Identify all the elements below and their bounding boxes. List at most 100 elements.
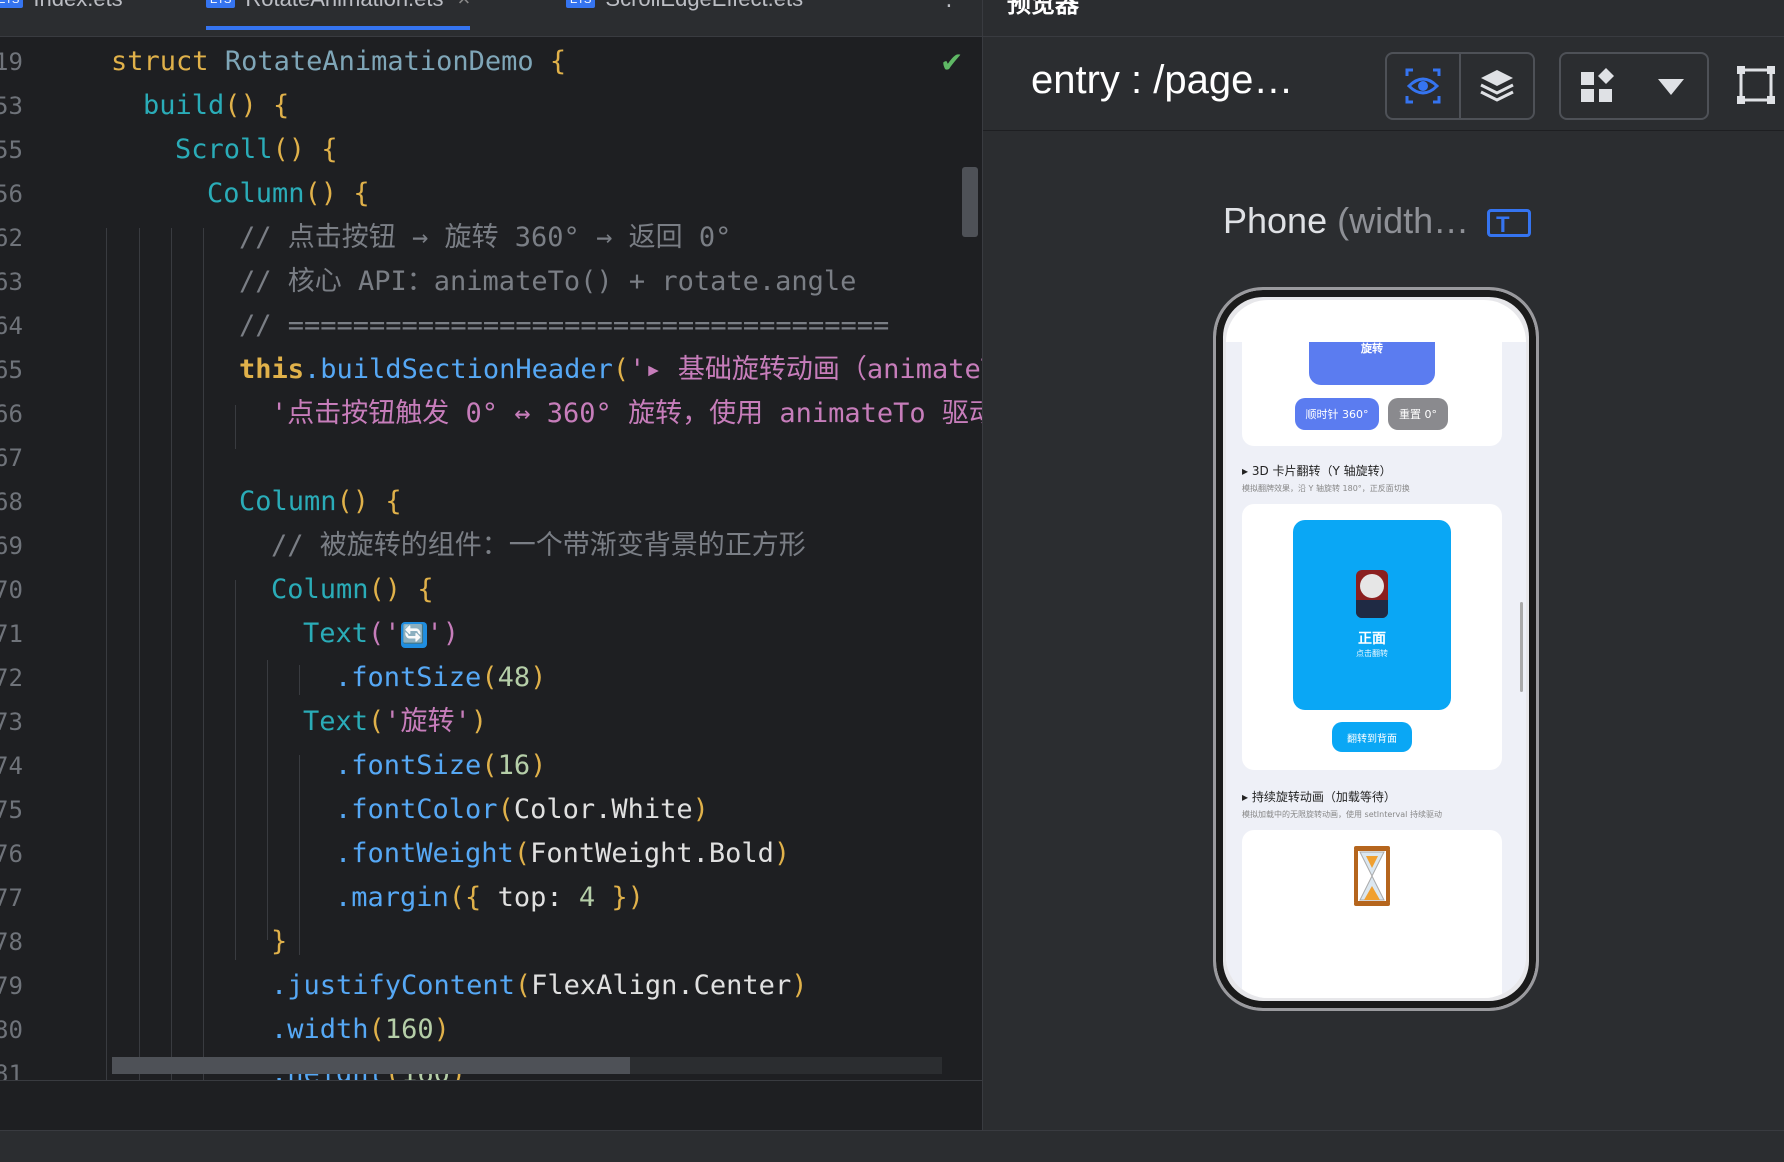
tab-label: ScrollEdgeEffect.ets — [605, 0, 803, 11]
inspect-button-group — [1385, 52, 1535, 120]
line-number: 63 — [0, 268, 23, 296]
flip-to-back-button[interactable]: 翻转到背面 — [1332, 722, 1412, 752]
line-number: 53 — [0, 92, 23, 120]
close-icon[interactable]: × — [458, 0, 471, 11]
rotate-clockwise-button[interactable]: 顺时针 360° — [1295, 398, 1379, 430]
line-number: 66 — [0, 400, 23, 428]
line-number: 55 — [0, 136, 23, 164]
component-name: Column — [271, 574, 369, 605]
method-call: .fontWeight — [335, 838, 514, 869]
tile-icon — [1356, 570, 1388, 618]
number-literal: 160 — [384, 1014, 434, 1045]
code-line: 64 // ===================================… — [0, 304, 982, 348]
more-tabs-icon[interactable]: ⋮ — [938, 0, 960, 11]
phone-screen[interactable]: 旋转 顺时针 360° 重置 0° ▸ 3D 卡片翻转（Y 轴旋转） 模拟翻牌效… — [1226, 300, 1526, 998]
component-name: Scroll — [175, 134, 273, 165]
method-call: .fontSize — [335, 662, 482, 693]
method-call: .margin — [335, 882, 449, 913]
code-area[interactable]: 19 struct RotateAnimationDemo { 53 build()… — [0, 40, 982, 1108]
section-title-flip: ▸ 3D 卡片翻转（Y 轴旋转） — [1242, 464, 1392, 478]
component-name: Column — [207, 178, 305, 209]
method-call: .buildSectionHeader — [304, 354, 613, 385]
tab-scroll-edge-effect[interactable]: ETS ScrollEdgeEffect.ets — [566, 0, 803, 26]
tab-index[interactable]: ETS Index.ets — [0, 0, 123, 26]
ets-badge: ETS — [0, 0, 24, 9]
line-number: 70 — [0, 576, 23, 604]
previewer-toolbar: entry : /page… — [983, 40, 1784, 131]
flip-card-front[interactable]: 正面 点击翻转 — [1293, 520, 1451, 710]
refresh-icon: 🔄 — [400, 621, 427, 648]
text-icon[interactable]: T — [1487, 209, 1532, 238]
phone-scrollbar[interactable] — [1520, 602, 1523, 692]
number-literal: 4 — [578, 882, 596, 913]
line-number: 67 — [0, 444, 23, 472]
card-front-label: 正面 — [1358, 631, 1386, 647]
scrollbar-thumb[interactable] — [112, 1057, 630, 1074]
code-line: 70 Column() { — [0, 568, 982, 612]
previewer-panel: 预览器 entry : /page… Phone (width… T 旋转 顺时… — [982, 0, 1784, 1130]
line-number: 74 — [0, 752, 23, 780]
route-selector[interactable]: entry : /page… — [1031, 58, 1293, 103]
brace: () { — [272, 134, 338, 165]
code-line: 80 .width(160) — [0, 1008, 982, 1052]
method-call: .fontColor — [335, 794, 498, 825]
brace: () { — [368, 574, 434, 605]
status-bar — [0, 1130, 1784, 1162]
code-line: 74 .fontSize(16) — [0, 744, 982, 788]
number-literal: 16 — [497, 750, 531, 781]
brace: () { — [224, 90, 290, 121]
argument: top — [497, 882, 547, 913]
brace: () { — [336, 486, 402, 517]
phone-frame: 旋转 顺时针 360° 重置 0° ▸ 3D 卡片翻转（Y 轴旋转） 模拟翻牌效… — [1213, 287, 1539, 1011]
line-number: 65 — [0, 356, 23, 384]
widgets-icon[interactable] — [1561, 54, 1633, 118]
component-name: Text — [303, 706, 369, 737]
line-number: 76 — [0, 840, 23, 868]
tab-rotate-animation[interactable]: ETS RotateAnimation.ets × — [206, 0, 471, 30]
code-line: 72 .fontSize(48) — [0, 656, 982, 700]
spinner-card — [1242, 830, 1502, 998]
section-title-spin: ▸ 持续旋转动画（加载等待） — [1242, 790, 1396, 804]
code-line: 79 .justifyContent(FlexAlign.Center) — [0, 964, 982, 1008]
horizontal-scrollbar[interactable] — [112, 1057, 942, 1074]
line-number: 81 — [0, 1060, 23, 1080]
line-number: 64 — [0, 312, 23, 340]
line-number: 77 — [0, 884, 23, 912]
previewer-title: 预览器 — [1007, 0, 1079, 18]
code-line: 65 this.buildSectionHeader('▸ 基础旋转动画（anim… — [0, 348, 982, 392]
code-line: 53 build() { — [0, 84, 982, 128]
eye-icon[interactable] — [1387, 54, 1459, 118]
line-number: 75 — [0, 796, 23, 824]
string-literal: '点击按钮触发 0° ↔ 360° 旋转，使用 animateTo 驱动 — [271, 398, 982, 429]
rotate-square[interactable]: 旋转 — [1309, 342, 1435, 385]
editor-tabs: ETS Index.ets ETS RotateAnimation.ets × ETS… — [0, 0, 982, 37]
chevron-down-icon[interactable] — [1635, 54, 1707, 118]
device-detail: (width… — [1327, 200, 1470, 241]
fullscreen-icon[interactable] — [1735, 64, 1777, 110]
argument: FontWeight.Bold — [530, 838, 774, 869]
code-line: 68 Column() { — [0, 480, 982, 524]
hourglass-icon — [1352, 846, 1392, 906]
section-subtitle-flip: 模拟翻牌效果，沿 Y 轴旋转 180°，正反面切换 — [1242, 484, 1410, 493]
code-line: 67 — [0, 436, 982, 480]
line-number: 79 — [0, 972, 23, 1000]
argument: Color.White — [513, 794, 693, 825]
brace: () { — [304, 178, 370, 209]
argument: FlexAlign.Center — [531, 970, 792, 1001]
struct-name: RotateAnimationDemo — [224, 46, 534, 77]
comment: // 被旋转的组件：一个带渐变背景的正方形 — [271, 530, 806, 561]
code-editor[interactable]: ETS Index.ets ETS RotateAnimation.ets × ETS… — [0, 0, 982, 1130]
code-line: 63 // 核心 API：animateTo() + rotate.angle — [0, 260, 982, 304]
line-number: 62 — [0, 224, 23, 252]
layers-icon[interactable] — [1461, 54, 1533, 118]
scroll-content[interactable]: 旋转 顺时针 360° 重置 0° ▸ 3D 卡片翻转（Y 轴旋转） 模拟翻牌效… — [1226, 342, 1526, 998]
paren: ( — [612, 354, 630, 385]
code-line: 66 '点击按钮触发 0° ↔ 360° 旋转，使用 animateTo 驱动 — [0, 392, 982, 436]
reset-button[interactable]: 重置 0° — [1388, 398, 1448, 430]
string-literal: ') — [426, 618, 460, 649]
code-line: 78} — [0, 920, 982, 964]
comment: // ===================================== — [239, 310, 890, 341]
line-number: 80 — [0, 1016, 23, 1044]
string-literal: '▸ 基础旋转动画（animateT — [629, 354, 982, 385]
device-name: Phone — [1223, 200, 1328, 241]
